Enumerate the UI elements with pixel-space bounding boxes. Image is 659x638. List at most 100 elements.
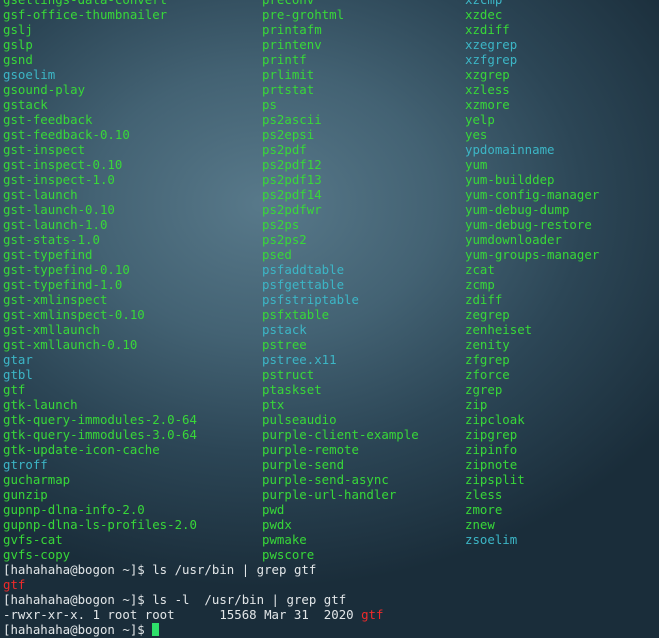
executable-filename: zfgrep — [465, 352, 510, 367]
executable-filename: printafm — [262, 22, 322, 37]
executable-filename: gtk-launch — [3, 397, 78, 412]
executable-filename: gtk-query-immodules-2.0-64 — [3, 412, 197, 427]
executable-filename: xzdiff — [465, 22, 510, 37]
listing-column-3: xzcmpxzdecxzdiffxzegrepxzfgrepxzgrepxzle… — [465, 0, 599, 547]
executable-filename: gst-typefind-0.10 — [3, 262, 130, 277]
executable-filename: gst-xmlinspect-0.10 — [3, 307, 145, 322]
executable-filename: gsettings-data-convert — [3, 0, 197, 7]
executable-filename: purple-url-handler — [262, 487, 397, 502]
executable-filename: xzgrep — [465, 67, 510, 82]
symlink-filename: gtroff — [3, 457, 48, 472]
executable-filename: yum-debug-dump — [465, 202, 570, 217]
shell-prompt: [hahahaha@bogon ~]$ — [3, 562, 153, 577]
executable-filename: zip — [465, 397, 488, 412]
symlink-filename: zsoelim — [465, 532, 518, 547]
executable-filename: yum-debug-restore — [465, 217, 592, 232]
executable-filename: yes — [465, 127, 488, 142]
listing-column-2: preconvpre-grohtmlprintafmprintenvprintf… — [262, 0, 419, 562]
executable-filename: yum-builddep — [465, 172, 555, 187]
shell-prompt: [hahahaha@bogon ~]$ — [3, 622, 153, 637]
command-text: ls /usr/bin | grep gtf — [152, 562, 317, 577]
terminal-window[interactable]: gsettings-data-convertgsf-office-thumbna… — [0, 0, 659, 638]
executable-filename: printenv — [262, 37, 322, 52]
executable-filename: gslp — [3, 37, 33, 52]
executable-filename: zless — [465, 487, 503, 502]
executable-filename: ps — [262, 97, 277, 112]
executable-filename: preconv — [262, 0, 419, 7]
symlink-filename: psfgettable — [262, 277, 345, 292]
executable-filename: gtk-query-immodules-3.0-64 — [3, 427, 197, 442]
executable-filename: gtf — [3, 382, 26, 397]
executable-filename: zenity — [465, 337, 510, 352]
executable-filename: purple-send-async — [262, 472, 389, 487]
executable-filename: zdiff — [465, 292, 503, 307]
executable-filename: gsnd — [3, 52, 33, 67]
executable-filename: zmore — [465, 502, 503, 517]
file-details: -rwxr-xr-x. 1 root root 15568 Mar 31 202… — [3, 607, 362, 622]
executable-filename: psfxtable — [262, 307, 330, 322]
symlink-filename: ypdomainname — [465, 142, 555, 157]
command-text: ls -l /usr/bin | grep gtf — [152, 592, 347, 607]
executable-filename: gvfs-cat — [3, 532, 63, 547]
executable-filename: gslj — [3, 22, 33, 37]
executable-filename: zenheiset — [465, 322, 533, 337]
executable-filename: prlimit — [262, 67, 315, 82]
executable-filename: yum-groups-manager — [465, 247, 600, 262]
executable-filename: gst-inspect — [3, 142, 86, 157]
executable-filename: gunzip — [3, 487, 48, 502]
executable-filename: gst-feedback-0.10 — [3, 127, 130, 142]
executable-filename: ptaskset — [262, 382, 322, 397]
executable-filename: xzmore — [465, 97, 510, 112]
executable-filename: ps2pdf — [262, 142, 307, 157]
executable-filename: gst-launch-0.10 — [3, 202, 115, 217]
executable-filename: purple-send — [262, 457, 345, 472]
executable-filename: ps2ps — [262, 217, 300, 232]
symlink-filename: psfstriptable — [262, 292, 359, 307]
symlink-filename: psfaddtable — [262, 262, 345, 277]
executable-filename: xzless — [465, 82, 510, 97]
command-line-2: [hahahaha@bogon ~]$ ls -l /usr/bin | gre… — [3, 592, 383, 607]
executable-filename: zipcloak — [465, 412, 525, 427]
executable-filename: gupnp-dlna-info-2.0 — [3, 502, 145, 517]
executable-filename: gst-xmllaunch-0.10 — [3, 337, 138, 352]
executable-filename: yum-config-manager — [465, 187, 600, 202]
executable-filename: printf — [262, 52, 307, 67]
executable-filename: gst-typefind — [3, 247, 93, 262]
executable-filename: psed — [262, 247, 292, 262]
executable-filename: gst-typefind-1.0 — [3, 277, 123, 292]
symlink-filename: pstack — [262, 322, 307, 337]
executable-filename: ps2ps2 — [262, 232, 307, 247]
executable-filename: ptx — [262, 397, 285, 412]
executable-filename: gst-stats-1.0 — [3, 232, 100, 247]
executable-filename: pwscore — [262, 547, 315, 562]
executable-filename: pwd — [262, 502, 285, 517]
executable-filename: ps2pdfwr — [262, 202, 322, 217]
symlink-filename: xzegrep — [465, 37, 518, 52]
executable-filename: gsound-play — [3, 82, 86, 97]
symlink-filename: gsoelim — [3, 67, 56, 82]
symlink-filename: pstree.x11 — [262, 352, 337, 367]
executable-filename: zegrep — [465, 307, 510, 322]
executable-filename: prtstat — [262, 82, 315, 97]
executable-filename: purple-client-example — [262, 427, 419, 442]
executable-filename: zforce — [465, 367, 510, 382]
executable-filename: gucharmap — [3, 472, 71, 487]
executable-filename: gvfs-copy — [3, 547, 71, 562]
executable-filename: zgrep — [465, 382, 503, 397]
executable-filename: pre-grohtml — [262, 7, 345, 22]
executable-filename: gst-inspect-1.0 — [3, 172, 115, 187]
executable-filename: pstree — [262, 337, 307, 352]
grep-output-line: gtf — [3, 577, 383, 592]
executable-filename: ps2pdf13 — [262, 172, 322, 187]
symlink-filename: gtar — [3, 352, 33, 367]
executable-filename: gupnp-dlna-ls-profiles-2.0 — [3, 517, 197, 532]
shell-session: [hahahaha@bogon ~]$ ls /usr/bin | grep g… — [3, 562, 383, 637]
symlink-filename: xzfgrep — [465, 52, 518, 67]
text-cursor — [152, 623, 160, 636]
command-line-3[interactable]: [hahahaha@bogon ~]$ — [3, 622, 383, 637]
long-listing-output-line: -rwxr-xr-x. 1 root root 15568 Mar 31 202… — [3, 607, 383, 622]
executable-filename: gtk-update-icon-cache — [3, 442, 160, 457]
executable-filename: gst-inspect-0.10 — [3, 157, 123, 172]
executable-filename: zcmp — [465, 277, 495, 292]
executable-filename: pwmake — [262, 532, 307, 547]
